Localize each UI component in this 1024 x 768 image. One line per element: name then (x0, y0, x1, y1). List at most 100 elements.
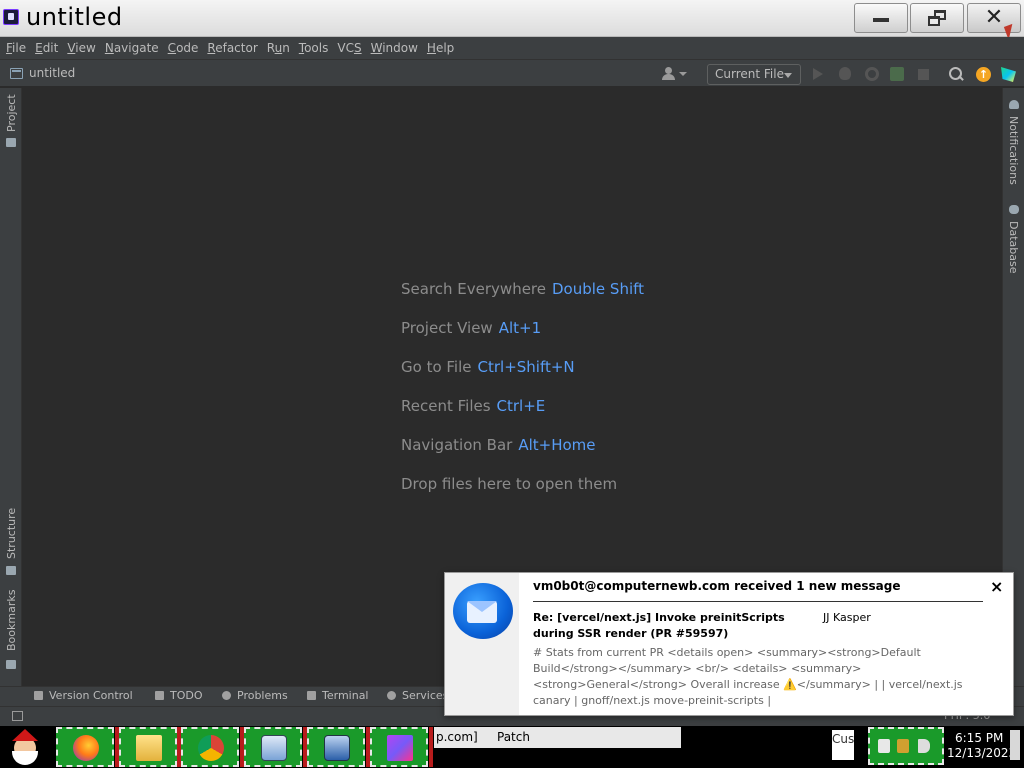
santa-hat-icon (12, 729, 38, 741)
tab-label: Problems (237, 689, 288, 702)
volume-icon[interactable] (918, 739, 930, 753)
hint-shortcut: Double Shift (552, 280, 645, 298)
tab-bookmarks[interactable]: Bookmarks (5, 590, 18, 651)
run-icon[interactable] (813, 68, 823, 80)
restore-button[interactable] (910, 3, 964, 33)
close-notification-button[interactable]: × (990, 577, 1003, 596)
tab-problems[interactable]: Problems (222, 689, 288, 702)
show-desktop-button[interactable] (1010, 730, 1020, 760)
profile-icon[interactable] (890, 67, 904, 81)
update-icon[interactable]: ↑ (976, 67, 991, 82)
menu-refactor[interactable]: Refactor (207, 41, 257, 55)
tab-database[interactable]: Database (1007, 221, 1020, 274)
mail-notification[interactable]: vm0b0t@computernewb.com received 1 new m… (444, 572, 1014, 716)
tab-label: Version Control (49, 689, 133, 702)
taskbar-remote-desktop[interactable] (307, 727, 365, 767)
menu-help[interactable]: Help (427, 41, 454, 55)
control-panel-icon (261, 735, 287, 761)
run-configuration-label: Current File (715, 67, 784, 81)
menu-run[interactable]: Run (267, 41, 290, 55)
remote-desktop-icon (324, 735, 350, 761)
taskbar-phpstorm[interactable] (370, 727, 428, 767)
run-configuration-select[interactable]: Current File (707, 64, 801, 85)
start-button[interactable] (2, 727, 50, 767)
search-icon[interactable] (949, 67, 963, 81)
menu-code[interactable]: Code (168, 41, 199, 55)
window-title: untitled (26, 3, 123, 31)
minimize-button[interactable] (854, 3, 908, 33)
menu-vcs[interactable]: VCS (337, 41, 361, 55)
stop-icon[interactable] (918, 69, 929, 80)
tab-todo[interactable]: TODO (155, 689, 203, 702)
tab-label: Terminal (322, 689, 369, 702)
flag-icon[interactable] (878, 739, 890, 753)
taskbar-window-button[interactable]: p.com] Patch (434, 727, 681, 748)
hint-shortcut: Alt+1 (498, 319, 542, 337)
title-bar[interactable]: untitled ✕ (0, 0, 1024, 41)
user-icon[interactable] (662, 67, 676, 80)
minimize-icon (873, 18, 889, 22)
notification-body: # Stats from current PR <details open> <… (533, 646, 963, 707)
tab-label: Services (402, 689, 449, 702)
breadcrumb-project[interactable]: untitled (29, 66, 75, 80)
notification-title: vm0b0t@computernewb.com received 1 new m… (533, 579, 901, 593)
clock-date[interactable]: 12/13/2023 (947, 746, 1016, 760)
menu-navigate[interactable]: Navigate (105, 41, 159, 55)
tab-terminal[interactable]: Terminal (307, 689, 369, 702)
hint-label: Go to File (401, 358, 472, 376)
menu-window[interactable]: Window (371, 41, 418, 55)
user-dropdown-caret-icon[interactable] (679, 72, 687, 76)
clock-time[interactable]: 6:15 PM (955, 731, 1003, 745)
phpstorm-icon (387, 735, 413, 761)
restore-icon (928, 10, 946, 26)
debug-icon[interactable] (839, 67, 851, 80)
menu-file[interactable]: File (6, 41, 26, 55)
tab-project[interactable]: Project (5, 94, 18, 132)
taskbar-separator (429, 727, 433, 767)
phpstorm-logo-icon (3, 9, 19, 25)
hint-shortcut: Alt+Home (518, 436, 596, 454)
tab-label: TODO (170, 689, 203, 702)
hint-label: Project View (401, 319, 493, 337)
screen: untitled ✕ File Edit View Navigate Code Refac… (0, 0, 1024, 768)
window-button-label-patch: Patch (497, 730, 530, 744)
bell-icon (1009, 100, 1019, 109)
notification-icon-panel (445, 573, 519, 715)
menu-view[interactable]: View (67, 41, 95, 55)
tab-notifications[interactable]: Notifications (1007, 116, 1020, 185)
editor-hint-row: Project View Alt+1 (401, 319, 644, 358)
file-manager-icon (136, 735, 162, 761)
drop-files-hint: Drop files here to open them (401, 475, 618, 493)
tab-version-control[interactable]: Version Control (34, 689, 133, 702)
firefox-icon (73, 735, 99, 761)
hint-shortcut: Ctrl+E (496, 397, 546, 415)
menu-tools[interactable]: Tools (299, 41, 329, 55)
menu-edit[interactable]: Edit (35, 41, 58, 55)
structure-icon (6, 566, 16, 575)
problems-icon (222, 691, 231, 700)
bookmark-icon (6, 660, 16, 669)
network-icon[interactable] (897, 739, 909, 753)
coverage-icon[interactable] (865, 67, 879, 81)
tab-structure[interactable]: Structure (5, 508, 18, 559)
navigation-bar: untitled Current File ↑ (0, 59, 1024, 87)
system-tray[interactable] (868, 727, 944, 765)
list-icon (155, 691, 164, 700)
taskbar-file-manager[interactable] (119, 727, 177, 767)
taskbar-control-panel[interactable] (244, 727, 302, 767)
menu-bar: File Edit View Navigate Code Refactor Run Tools… (0, 37, 1024, 59)
services-icon (387, 691, 396, 700)
taskbar-firefox[interactable] (56, 727, 114, 767)
editor-hints: Search Everywhere Double Shift Project Vie… (401, 280, 644, 514)
project-folder-icon (10, 68, 23, 79)
taskbar-truncated-item[interactable]: Cus (832, 730, 854, 760)
window-button-label: p.com] (436, 730, 478, 744)
left-tool-stripe: Project Structure Bookmarks (0, 88, 22, 686)
jetbrains-icon[interactable] (1001, 67, 1016, 82)
tab-services[interactable]: Services (387, 689, 448, 702)
taskbar-chrome[interactable] (181, 727, 239, 767)
tool-windows-toggle-icon[interactable] (12, 711, 23, 721)
notification-sender: JJ Kasper (823, 611, 871, 624)
chevron-down-icon (784, 73, 792, 78)
thunderbird-icon (449, 579, 515, 641)
